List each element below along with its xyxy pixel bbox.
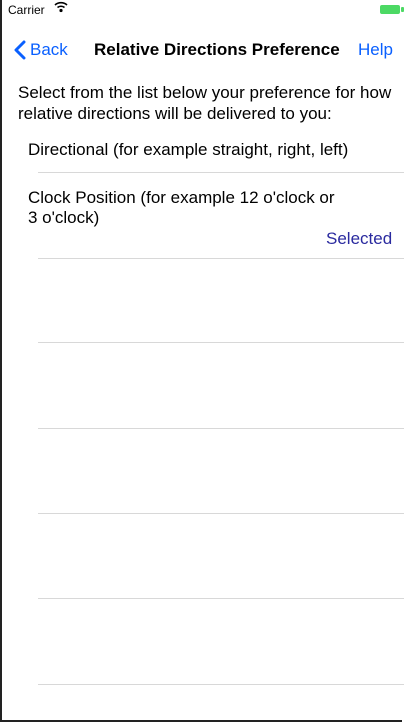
navigation-bar: Back Relative Directions Preference Help (0, 30, 404, 74)
status-bar: Carrier (2, 0, 404, 20)
divider (38, 342, 404, 343)
divider (38, 684, 404, 685)
page-title: Relative Directions Preference (94, 40, 340, 59)
divider (38, 598, 404, 599)
chevron-left-icon (14, 40, 26, 60)
carrier-label: Carrier (8, 3, 45, 17)
divider (38, 172, 404, 173)
option-directional[interactable]: Directional (for example straight, right… (28, 140, 398, 160)
option-clock-position[interactable]: Clock Position (for example 12 o'clock o… (28, 188, 348, 228)
back-label: Back (30, 40, 68, 59)
divider (38, 258, 404, 259)
battery-icon (380, 5, 400, 14)
wifi-icon (54, 1, 68, 16)
divider (38, 513, 404, 514)
intro-text: Select from the list below your preferen… (18, 83, 392, 123)
back-button[interactable]: Back (14, 40, 68, 60)
divider (38, 428, 404, 429)
selected-badge: Selected (326, 229, 393, 248)
help-button[interactable]: Help (358, 40, 393, 60)
